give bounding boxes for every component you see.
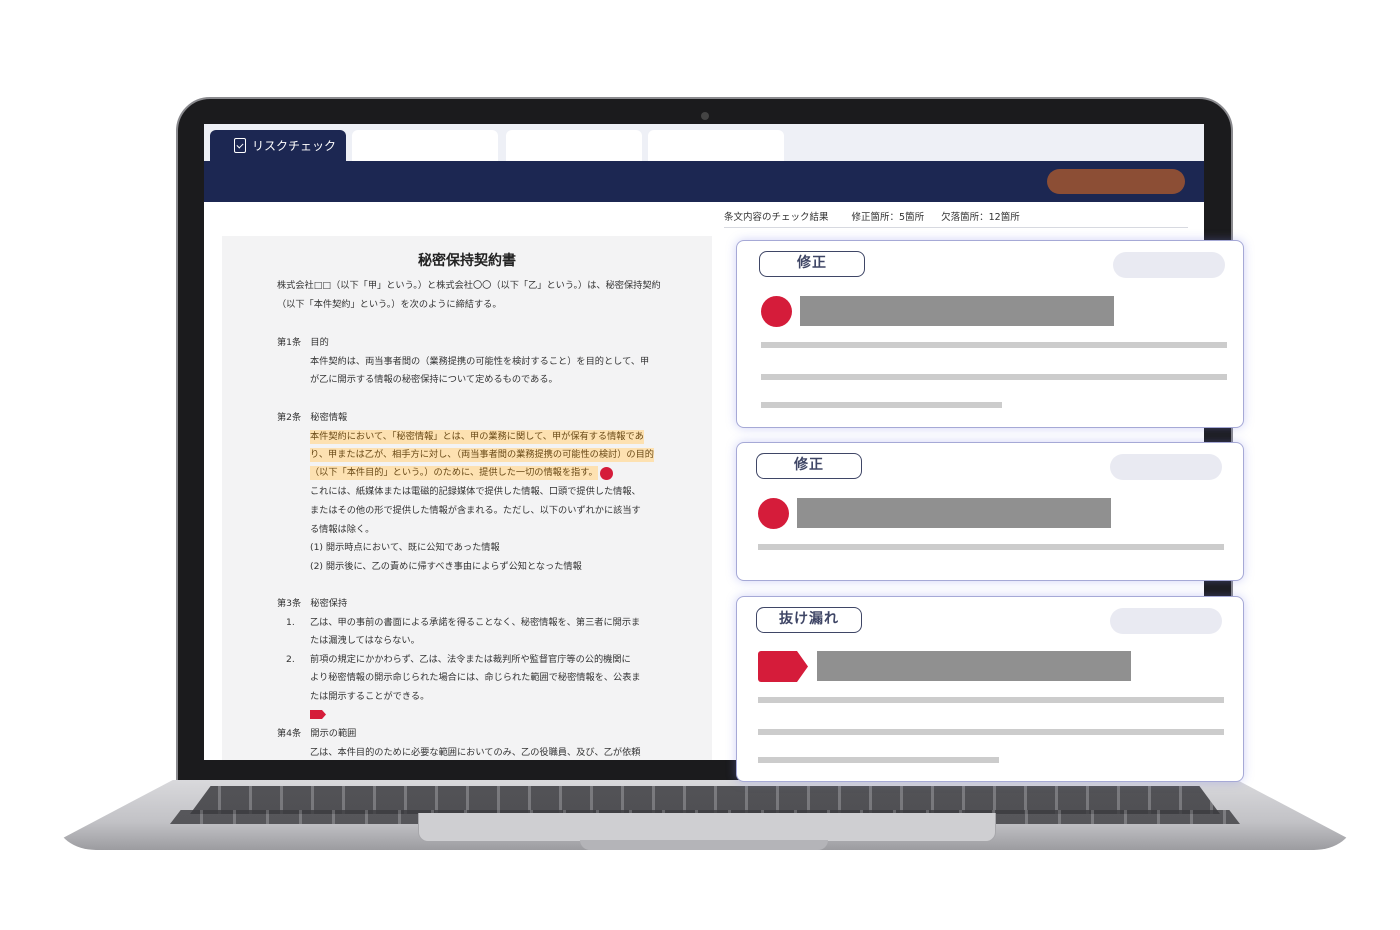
placeholder-line — [758, 544, 1224, 550]
article-text: これには、紙媒体または電磁的記録媒体で提供した情報、口頭で提供した情報、 — [310, 486, 641, 497]
article-text: が乙に開示する情報の秘密保持について定めるものである。 — [310, 374, 558, 385]
article-text: 本件契約は、両当事者間の（業務提携の可能性を検討すること）を目的として、甲 — [310, 356, 650, 367]
status-badge: 修正 — [759, 251, 865, 277]
card-pill — [1110, 608, 1222, 634]
intro-line: 株式会社□□（以下「甲」という。）と株式会社〇〇（以下「乙」という。）は、秘密保… — [277, 280, 661, 291]
article-text: 乙は、本件目的のために必要な範囲においてのみ、乙の役職員、及び、乙が依頼 — [310, 747, 641, 758]
contract-document: 秘密保持契約書 株式会社□□（以下「甲」という。）と株式会社〇〇（以下「乙」とい… — [222, 236, 712, 760]
placeholder-line — [761, 342, 1227, 348]
header-action-button[interactable] — [1047, 169, 1185, 194]
placeholder-line — [758, 757, 999, 763]
article-text: る情報は除く。 — [310, 524, 375, 535]
article-text: たは開示することができる。 — [310, 691, 430, 702]
article-text: 前項の規定にかかわらず、乙は、法令または裁判所や監督官庁等の公的機関に — [310, 654, 631, 665]
red-tag-icon[interactable] — [310, 710, 326, 719]
keyboard — [190, 786, 1220, 814]
placeholder-title — [800, 296, 1114, 326]
article-text: たは漏洩してはならない。 — [310, 635, 420, 646]
result-card[interactable]: 修正 — [736, 442, 1244, 581]
red-dot-icon — [761, 296, 792, 327]
card-pill — [1113, 252, 1225, 278]
summary-label: 条文内容のチェック結果 — [724, 212, 829, 223]
placeholder-line — [758, 697, 1224, 703]
article-text: より秘密情報の開示命じられた場合には、命じられた範囲で秘密情報を、公表ま — [310, 672, 641, 683]
article-text: 乙は、甲の事前の書面による承諾を得ることなく、秘密情報を、第三者に開示ま — [310, 617, 641, 628]
list-number: 1. — [286, 617, 295, 628]
red-dot-icon[interactable] — [600, 467, 613, 480]
intro-line: （以下「本件契約」という。）を次のように締結する。 — [277, 299, 502, 310]
list-number: 2. — [286, 654, 295, 665]
missing-count: 欠落箇所：12箇所 — [941, 212, 1020, 223]
status-badge: 抜け漏れ — [756, 607, 862, 633]
status-badge: 修正 — [756, 453, 862, 479]
result-card[interactable]: 抜け漏れ — [736, 596, 1244, 782]
tab-3[interactable] — [506, 130, 642, 161]
article-text: またはその他の形で提供した情報が含まれる。ただし、以下のいずれかに該当す — [310, 505, 641, 516]
article-text: (2) 開示後に、乙の責めに帰すべき事由によらず公知となった情報 — [310, 561, 582, 572]
red-tag-icon — [758, 651, 808, 682]
tab-risk-check[interactable]: リスクチェック — [210, 130, 346, 161]
check-summary: 条文内容のチェック結果 修正箇所：5箇所 欠落箇所：12箇所 — [724, 209, 1040, 223]
article-text: (1) 開示時点において、既に公知であった情報 — [310, 542, 500, 553]
placeholder-line — [761, 374, 1227, 380]
red-dot-icon — [758, 498, 789, 529]
article-heading: 第2条 秘密情報 — [277, 412, 348, 423]
fix-count: 修正箇所：5箇所 — [851, 212, 925, 223]
tab-bar: リスクチェック — [204, 124, 1204, 161]
tab-4[interactable] — [648, 130, 784, 161]
laptop-notch — [580, 840, 828, 850]
tab-label: リスクチェック — [252, 139, 337, 153]
placeholder-title — [817, 651, 1131, 681]
highlighted-text[interactable]: （以下「本件目的」という。）のために、提供した一切の情報を指す。 — [310, 466, 598, 480]
placeholder-line — [761, 402, 1002, 408]
article-heading: 第1条 目的 — [277, 337, 329, 348]
trackpad — [418, 813, 996, 842]
result-card[interactable]: 修正 — [736, 240, 1244, 428]
card-pill — [1110, 454, 1222, 480]
article-heading: 第4条 開示の範囲 — [277, 728, 357, 739]
tab-2[interactable] — [352, 130, 498, 161]
article-heading: 第3条 秘密保持 — [277, 598, 348, 609]
placeholder-title — [797, 498, 1111, 528]
divider — [724, 227, 1188, 228]
document-title: 秘密保持契約書 — [418, 253, 516, 269]
highlighted-text[interactable]: り、甲または乙が、相手方に対し、（両当事者間の業務提携の可能性の検討）の目的 — [310, 448, 654, 462]
header-bar — [204, 161, 1204, 202]
placeholder-line — [758, 729, 1224, 735]
document-check-icon — [234, 138, 246, 153]
highlighted-text[interactable]: 本件契約において、「秘密情報」とは、甲の業務に関して、甲が保有する情報であ — [310, 430, 644, 444]
camera-icon — [701, 112, 709, 120]
